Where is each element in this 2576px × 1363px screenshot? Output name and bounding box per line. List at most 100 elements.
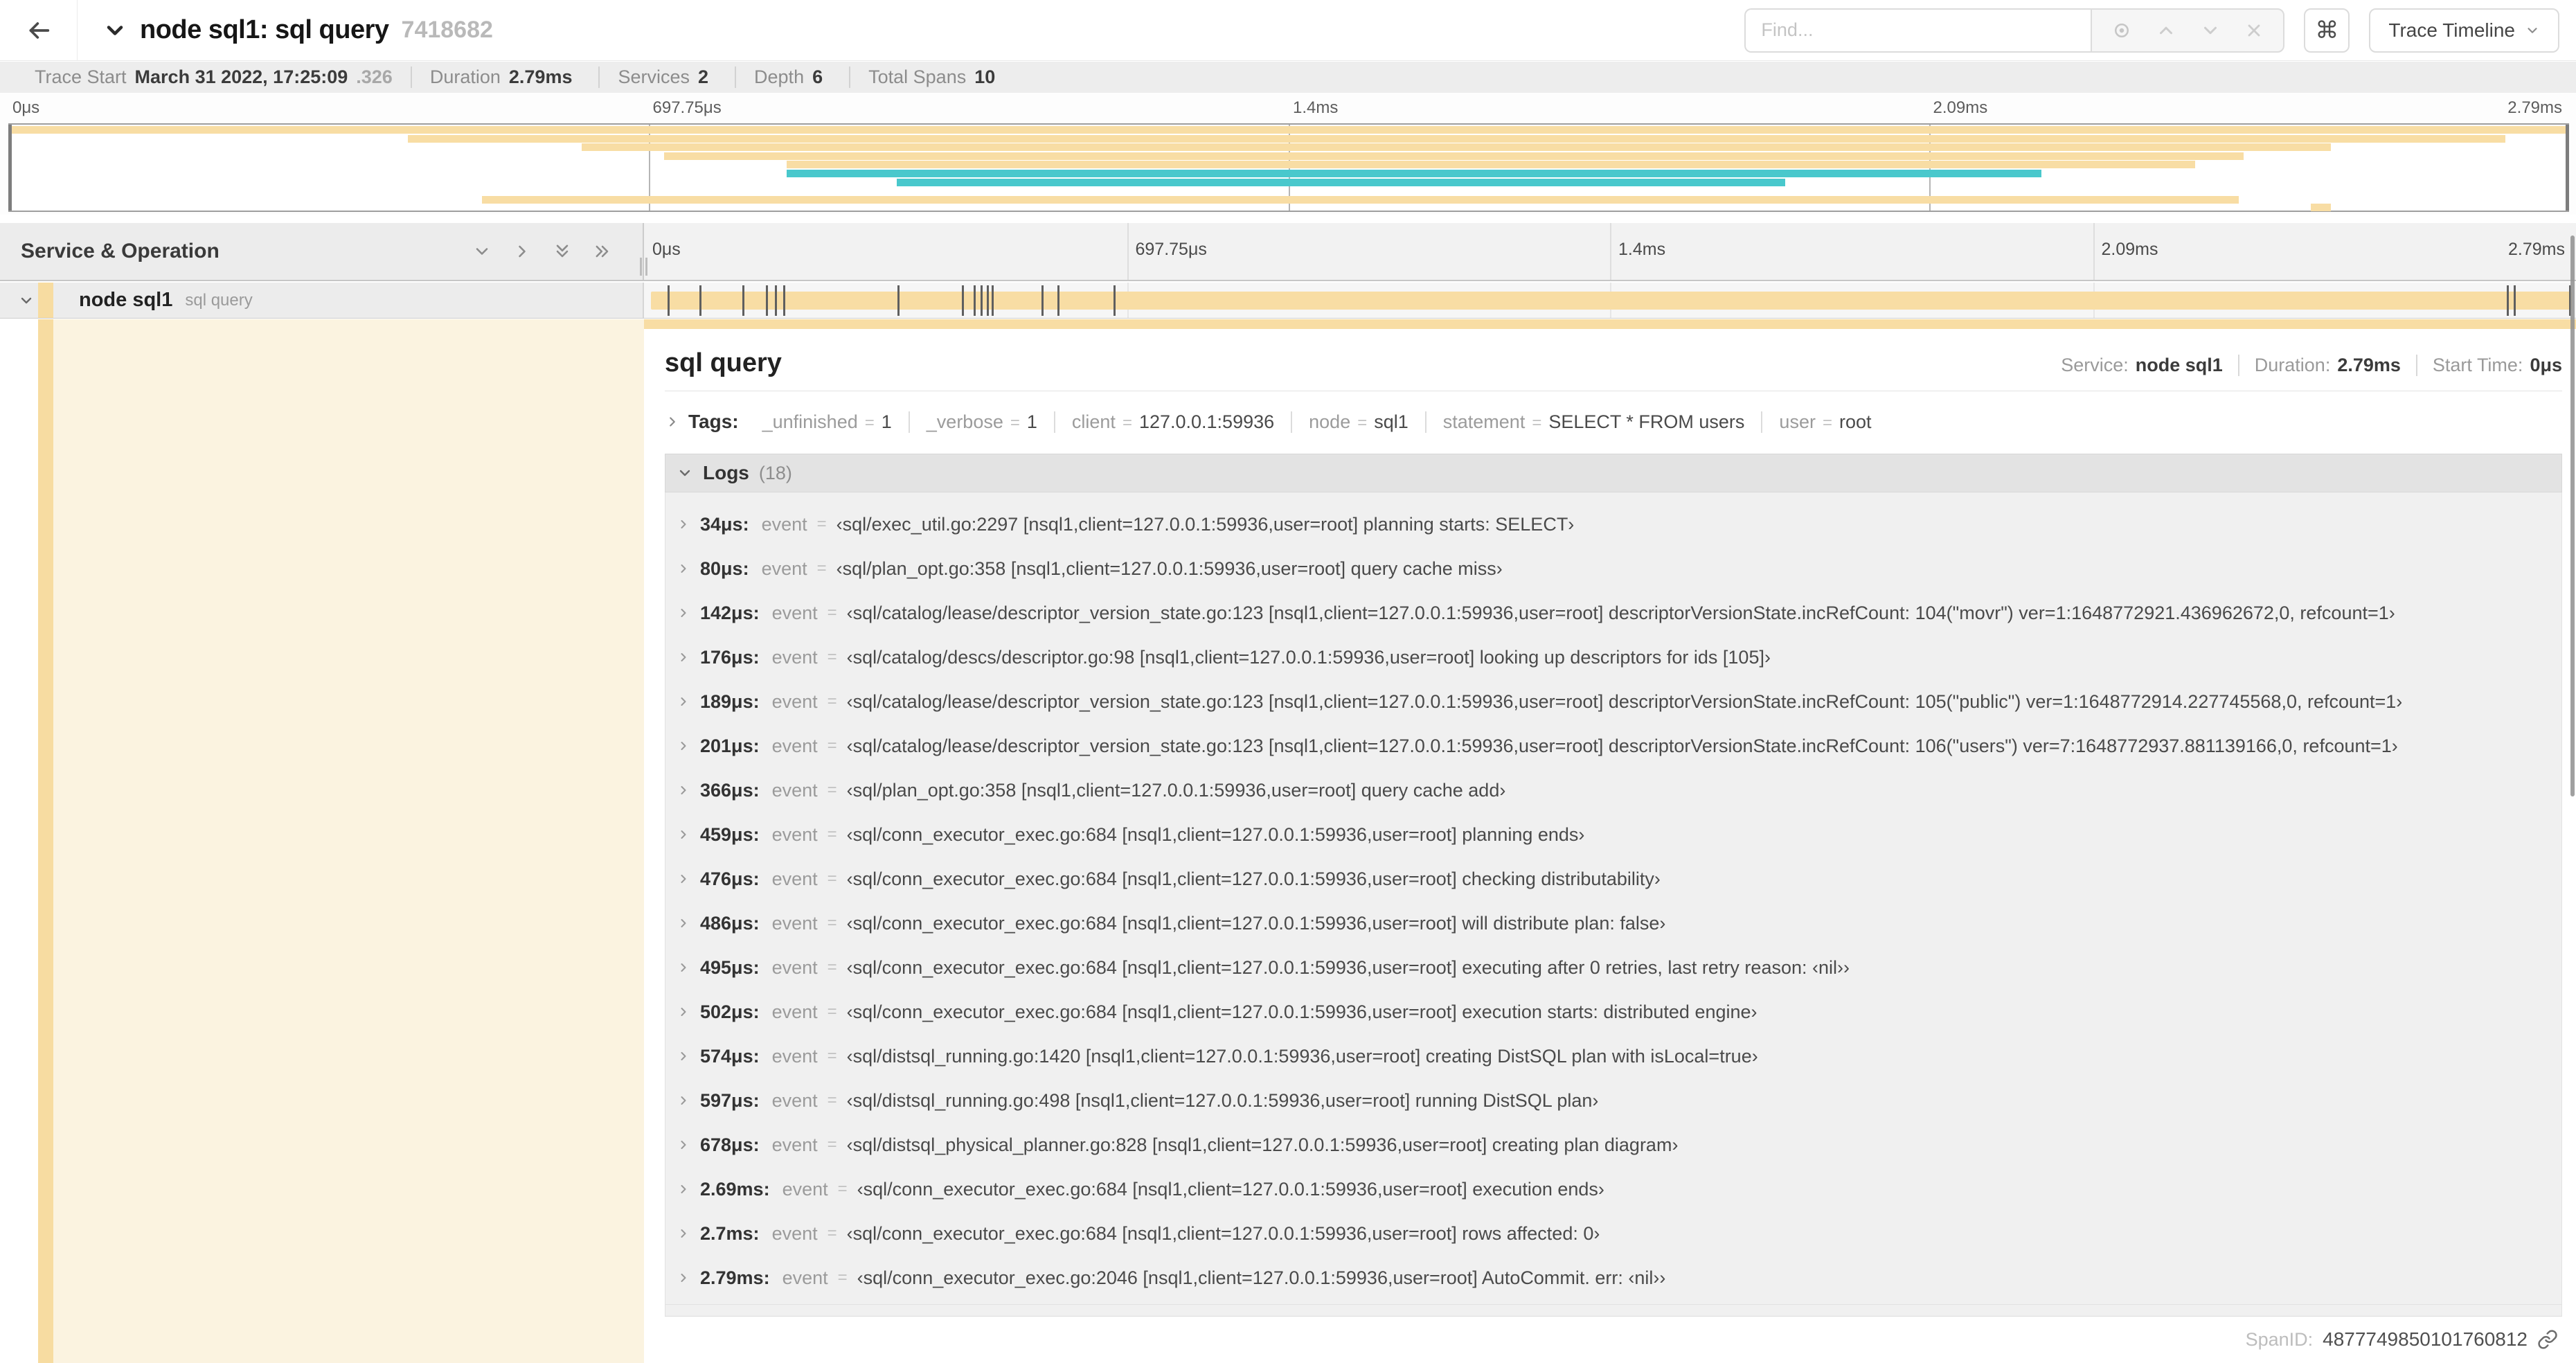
log-row[interactable]: 176μs: event = ‹sql/catalog/descs/descri… <box>665 635 2561 679</box>
detail-overview: Service: node sql1 Duration: 2.79ms Star… <box>2046 355 2562 376</box>
span-collapse-chevron-down-icon[interactable] <box>18 292 35 309</box>
tags-row: Tags: _unfinished = 1 _verbose = 1 clien… <box>665 407 2562 437</box>
logs-block: Logs (18) 34μs: event = ‹sql/exec_util.g… <box>665 454 2562 1316</box>
log-tick-mark <box>962 285 964 316</box>
timeline-tick-label: 1.4ms <box>1618 240 1666 259</box>
arrow-left-icon <box>29 21 49 39</box>
span-id-row: SpanID: 4877749850101760812 <box>644 1316 2576 1363</box>
log-row[interactable]: 80μs: event = ‹sql/plan_opt.go:358 [nsql… <box>665 546 2561 591</box>
tag-item[interactable]: user = root <box>1761 411 1888 433</box>
log-row[interactable]: 142μs: event = ‹sql/catalog/lease/descri… <box>665 591 2561 635</box>
tags-label[interactable]: Tags: <box>688 411 739 433</box>
logs-footer-note: Log timestamps are relative to the start… <box>665 1305 2562 1316</box>
log-tick-mark <box>667 285 670 316</box>
log-row[interactable]: 574μs: event = ‹sql/distsql_running.go:1… <box>665 1034 2561 1078</box>
log-row[interactable]: 476μs: event = ‹sql/conn_executor_exec.g… <box>665 857 2561 901</box>
overview-item: Start Time: 0μs <box>2415 355 2562 376</box>
log-tick-mark <box>775 285 777 316</box>
trace-stat: Total Spans 10 <box>849 66 1021 88</box>
log-row[interactable]: 2.69ms: event = ‹sql/conn_executor_exec.… <box>665 1167 2561 1211</box>
find-clear-close-icon[interactable] <box>2244 21 2264 40</box>
log-chevron-right-icon <box>677 1227 690 1240</box>
log-row[interactable]: 366μs: event = ‹sql/plan_opt.go:358 [nsq… <box>665 768 2561 812</box>
log-chevron-right-icon <box>677 606 690 620</box>
find-next-chevron-down-icon[interactable] <box>2200 20 2221 41</box>
timeline-ticks-header: 0μs 697.75μs 1.4ms 2.09ms 2.79ms <box>644 223 2576 280</box>
log-row[interactable]: 678μs: event = ‹sql/distsql_physical_pla… <box>665 1123 2561 1167</box>
log-tick-mark <box>742 285 744 316</box>
log-chevron-right-icon <box>677 783 690 797</box>
tag-item[interactable]: client = 127.0.0.1:59936 <box>1053 411 1291 433</box>
span-row: node sql1 sql query <box>0 283 2576 319</box>
log-tick-mark <box>1041 285 1044 316</box>
tag-item[interactable]: node = sql1 <box>1291 411 1425 433</box>
view-selector-button[interactable]: Trace Timeline <box>2369 8 2559 53</box>
log-row[interactable]: 34μs: event = ‹sql/exec_util.go:2297 [ns… <box>665 502 2561 546</box>
tags-chevron-right-icon[interactable] <box>665 414 680 429</box>
page-title: node sql1: sql query <box>140 15 389 44</box>
find-input[interactable] <box>1744 8 2091 53</box>
logs-count: (18) <box>758 462 792 483</box>
trace-title-group: node sql1: sql query 7418682 <box>78 15 493 45</box>
back-button[interactable] <box>0 0 78 61</box>
log-tick-mark <box>897 285 900 316</box>
find-controls <box>2091 8 2285 53</box>
trace-stats-bar: Trace Start March 31 2022, 17:25:09 .326… <box>0 62 2576 93</box>
minimap-left-scrubber[interactable] <box>8 125 12 211</box>
log-chevron-right-icon <box>677 739 690 753</box>
tag-list: _unfinished = 1 _verbose = 1 client = 12… <box>746 411 1888 433</box>
detail-accent-strip[interactable] <box>38 319 53 1363</box>
span-row-timeline-cell[interactable] <box>644 283 2576 318</box>
minimap-span-bar <box>663 152 2244 160</box>
log-tick-mark <box>783 285 785 316</box>
timeline-header-band: Service & Operation 0μs 697.75μs 1.4ms 2… <box>0 223 2576 281</box>
detail-left-panel <box>0 319 644 1363</box>
log-row[interactable]: 597μs: event = ‹sql/distsql_running.go:4… <box>665 1078 2561 1123</box>
top-bar: node sql1: sql query 7418682 ⌘ Trace Tim… <box>0 0 2576 61</box>
expand-all-double-chevron-right-icon[interactable] <box>593 242 612 261</box>
log-row[interactable]: 189μs: event = ‹sql/catalog/lease/descri… <box>665 679 2561 724</box>
minimap-tick-label: 2.79ms <box>2507 98 2562 117</box>
expand-one-chevron-right-icon[interactable] <box>512 242 532 261</box>
tag-item[interactable]: _unfinished = 1 <box>746 411 909 433</box>
span-detail-zone: sql query Service: node sql1 Duration: 2… <box>0 319 2576 1363</box>
find-prev-chevron-up-icon[interactable] <box>2156 20 2176 41</box>
minimap-right-scrubber[interactable] <box>2566 125 2569 211</box>
log-tick-mark <box>992 285 994 316</box>
log-row[interactable]: 502μs: event = ‹sql/conn_executor_exec.g… <box>665 990 2561 1034</box>
collapse-one-chevron-down-icon[interactable] <box>472 242 492 261</box>
minimap-tick-labels: 0μs 697.75μs 1.4ms 2.09ms 2.79ms <box>8 93 2569 122</box>
locate-icon[interactable] <box>2111 20 2132 41</box>
minimap-tick-label: 1.4ms <box>1293 98 1339 117</box>
vertical-scrollbar-thumb[interactable] <box>2570 235 2575 796</box>
minimap-tick-label: 2.09ms <box>1933 98 1988 117</box>
detail-right-panel: sql query Service: node sql1 Duration: 2… <box>644 319 2576 1363</box>
log-row[interactable]: 486μs: event = ‹sql/conn_executor_exec.g… <box>665 901 2561 945</box>
trace-id: 7418682 <box>401 17 493 43</box>
collapse-header-chevron-icon[interactable] <box>102 18 127 43</box>
tag-item[interactable]: _verbose = 1 <box>908 411 1054 433</box>
service-operation-header: Service & Operation <box>0 223 647 280</box>
trace-stat: Services 2 <box>598 66 735 88</box>
log-row[interactable]: 495μs: event = ‹sql/conn_executor_exec.g… <box>665 945 2561 990</box>
collapse-all-double-chevron-down-icon[interactable] <box>553 242 572 261</box>
log-row[interactable]: 201μs: event = ‹sql/catalog/lease/descri… <box>665 724 2561 768</box>
log-tick-mark <box>766 285 768 316</box>
timeline-tick-label: 2.09ms <box>2101 240 2158 259</box>
deep-link-icon[interactable] <box>2537 1329 2558 1350</box>
log-chevron-right-icon <box>677 1182 690 1196</box>
logs-accordion-header[interactable]: Logs (18) <box>665 454 2562 492</box>
trace-minimap: 0μs 697.75μs 1.4ms 2.09ms 2.79ms <box>0 93 2576 215</box>
log-tick-mark <box>981 285 983 316</box>
keyboard-shortcuts-button[interactable]: ⌘ <box>2304 8 2350 53</box>
span-duration-bar[interactable] <box>650 292 2573 310</box>
log-row[interactable]: 2.79ms: event = ‹sql/conn_executor_exec.… <box>665 1256 2561 1300</box>
detail-operation-title: sql query <box>665 348 782 377</box>
log-chevron-right-icon <box>677 1271 690 1285</box>
log-row[interactable]: 459μs: event = ‹sql/conn_executor_exec.g… <box>665 812 2561 857</box>
tag-item[interactable]: statement = SELECT * FROM users <box>1424 411 1762 433</box>
span-row-name-cell[interactable]: node sql1 sql query <box>0 283 644 318</box>
log-row[interactable]: 2.7ms: event = ‹sql/conn_executor_exec.g… <box>665 1211 2561 1256</box>
minimap-canvas[interactable] <box>8 123 2569 212</box>
panel-resize-grip[interactable] <box>640 258 647 276</box>
